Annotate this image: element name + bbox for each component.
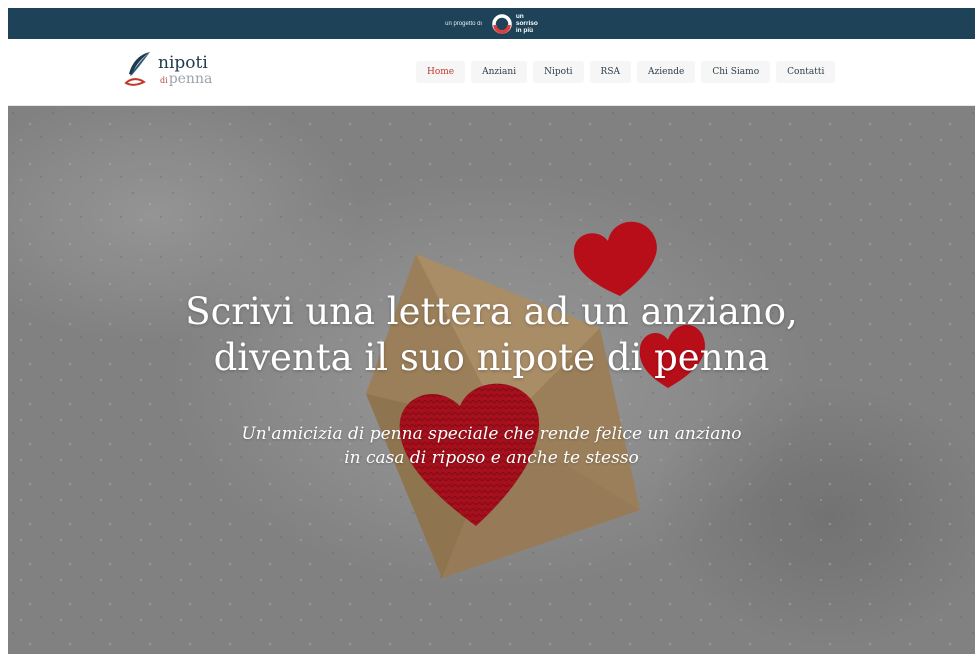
menu-item-anziani[interactable]: Anziani bbox=[471, 61, 528, 83]
hero-subtitle: Un'amicizia di penna speciale che rende … bbox=[8, 422, 975, 470]
hero-title-line-2: diventa il suo nipote di penna bbox=[213, 336, 770, 379]
hero-subtitle-line-1: Un'amicizia di penna speciale che rende … bbox=[241, 424, 742, 444]
brand-subtitle: dipenna bbox=[160, 72, 212, 86]
site-logo[interactable]: nipoti dipenna bbox=[122, 50, 212, 90]
partner-line-1: un bbox=[515, 13, 524, 20]
main-menu: Home Anziani Nipoti RSA Aziende Chi Siam… bbox=[416, 61, 836, 83]
partner-name: un sorriso in più bbox=[516, 13, 538, 34]
partner-logo[interactable]: un sorriso in più bbox=[492, 13, 538, 34]
brand-sub-di: di bbox=[160, 75, 168, 85]
quill-icon bbox=[124, 52, 150, 86]
project-prefix: un progetto di bbox=[445, 20, 482, 27]
hero-title: Scrivi una lettera ad un anziano, divent… bbox=[8, 289, 975, 381]
menu-item-home[interactable]: Home bbox=[416, 61, 466, 83]
project-bar: un progetto di un sorriso in più bbox=[8, 8, 975, 39]
partner-line-2: sorriso bbox=[515, 20, 538, 27]
brand-name: nipoti bbox=[158, 52, 208, 73]
menu-item-contatti[interactable]: Contatti bbox=[776, 61, 836, 83]
main-navbar: nipoti dipenna Home Anziani Nipoti RSA A… bbox=[8, 39, 975, 106]
hero-title-line-1: Scrivi una lettera ad un anziano, bbox=[185, 290, 798, 333]
hero-subtitle-line-2: in casa di riposo e anche te stesso bbox=[344, 448, 639, 468]
menu-item-chi-siamo[interactable]: Chi Siamo bbox=[701, 61, 771, 83]
menu-item-nipoti[interactable]: Nipoti bbox=[533, 61, 584, 83]
hero-section: Scrivi una lettera ad un anziano, divent… bbox=[8, 106, 975, 654]
menu-item-aziende[interactable]: Aziende bbox=[637, 61, 696, 83]
sorriso-logo-icon bbox=[492, 13, 512, 34]
menu-item-rsa[interactable]: RSA bbox=[589, 61, 631, 83]
page: un progetto di un sorriso in più nipoti … bbox=[8, 8, 975, 654]
brand-sub-penna: penna bbox=[168, 70, 213, 87]
partner-line-3: in più bbox=[515, 27, 534, 34]
